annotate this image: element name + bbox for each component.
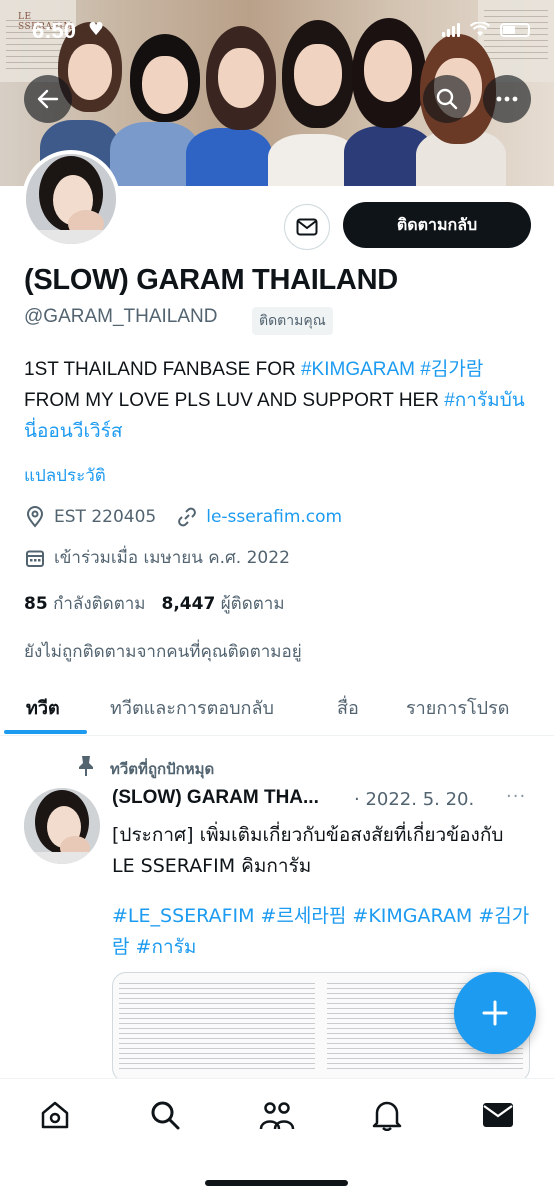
compose-tweet-button[interactable]: [454, 972, 536, 1054]
home-icon: [41, 1101, 69, 1129]
profile-handle: @GARAM_THAILAND: [24, 306, 218, 327]
followers-stat[interactable]: 8,447 ผู้ติดตาม: [162, 590, 285, 617]
wifi-icon: [470, 22, 490, 36]
profile-bio: 1ST THAILAND FANBASE FOR #KIMGARAM #김가람 …: [24, 354, 530, 447]
nav-home[interactable]: [37, 1097, 73, 1133]
message-button[interactable]: [284, 204, 330, 250]
tab-media[interactable]: สื่อ: [337, 693, 359, 722]
profile-stats: 85 กำลังติดตาม 8,447 ผู้ติดตาม: [24, 590, 285, 617]
tweet-avatar-image: [24, 788, 100, 864]
tweet-hashtags[interactable]: #LE_SSERAFIM #르세라핌 #KIMGARAM #김가람 #การัม: [112, 901, 532, 963]
signal-icon: [442, 22, 460, 37]
mail-icon: [483, 1103, 513, 1127]
bio-hashtag-kimgaram[interactable]: #KIMGARAM: [301, 359, 415, 380]
nav-communities[interactable]: [259, 1097, 295, 1133]
battery-icon: [500, 22, 530, 37]
active-tab-indicator: [4, 730, 87, 734]
more-button[interactable]: [483, 75, 531, 123]
tab-tweets[interactable]: ทวีต: [26, 693, 60, 722]
tweet-author-avatar[interactable]: [24, 788, 100, 864]
bio-text: 1ST THAILAND FANBASE FOR: [24, 359, 301, 380]
tweet-text: [ประกาศ] เพิ่มเติมเกี่ยวกับข้อสงสัยที่เก…: [112, 824, 504, 877]
tab-likes[interactable]: รายการโปรด: [406, 693, 509, 722]
search-icon: [436, 88, 458, 110]
arrow-left-icon: [37, 89, 59, 109]
follows-you-badge: ติดตามคุณ: [252, 307, 333, 335]
profile-meta-row: EST 220405 le-sserafim.com: [24, 506, 342, 528]
nav-search[interactable]: [147, 1097, 183, 1133]
status-time: 6:50: [32, 18, 77, 43]
profile-display-name: (SLOW) GARAM THAILAND: [24, 264, 398, 296]
search-icon: [151, 1101, 180, 1130]
tweet-date[interactable]: · 2022. 5. 20.: [354, 789, 474, 810]
follow-back-button[interactable]: ติดตามกลับ: [343, 202, 531, 248]
heart-icon: ♥: [88, 19, 105, 40]
envelope-icon: [296, 218, 318, 236]
communities-icon: [259, 1102, 295, 1130]
not-followed-notice: ยังไม่ถูกติดตามจากคนที่คุณติดตามอยู่: [24, 642, 302, 662]
pin-icon: [79, 756, 93, 776]
nav-messages[interactable]: [480, 1097, 516, 1133]
avatar-image: [26, 154, 116, 244]
profile-avatar[interactable]: [22, 150, 120, 248]
pinned-tweet-label: ทวีตที่ถูกปักหมุด: [110, 760, 215, 778]
location-pin-icon: [24, 506, 46, 528]
back-button[interactable]: [24, 75, 72, 123]
tab-tweets-replies[interactable]: ทวีตและการตอบกลับ: [110, 693, 274, 722]
link-icon: [176, 506, 198, 528]
plus-icon: [482, 1000, 508, 1026]
home-indicator: [205, 1180, 348, 1186]
more-icon: [496, 96, 518, 102]
following-stat[interactable]: 85 กำลังติดตาม: [24, 590, 146, 617]
search-button[interactable]: [423, 75, 471, 123]
tweet-author-name[interactable]: (SLOW) GARAM THA...: [112, 787, 319, 809]
profile-website-link[interactable]: le-sserafim.com: [206, 507, 342, 527]
profile-tabs: ทวีต ทวีตและการตอบกลับ สื่อ รายการโปรด: [0, 676, 554, 736]
tweet-more-button[interactable]: ···: [506, 786, 526, 807]
profile-location: EST 220405: [54, 507, 157, 527]
status-icons: [442, 22, 530, 37]
calendar-icon: [24, 547, 46, 569]
translate-bio-link[interactable]: แปลประวัติ: [24, 462, 106, 489]
bio-hashtag-korean[interactable]: #김가람: [420, 359, 483, 380]
bio-text: FROM MY LOVE PLS LUV AND SUPPORT HER: [24, 390, 445, 411]
nav-notifications[interactable]: [369, 1097, 405, 1133]
profile-joined-row: เข้าร่วมเมื่อ เมษายน ค.ศ. 2022: [24, 544, 290, 571]
bell-icon: [372, 1101, 402, 1131]
profile-joined-date: เข้าร่วมเมื่อ เมษายน ค.ศ. 2022: [54, 548, 290, 568]
